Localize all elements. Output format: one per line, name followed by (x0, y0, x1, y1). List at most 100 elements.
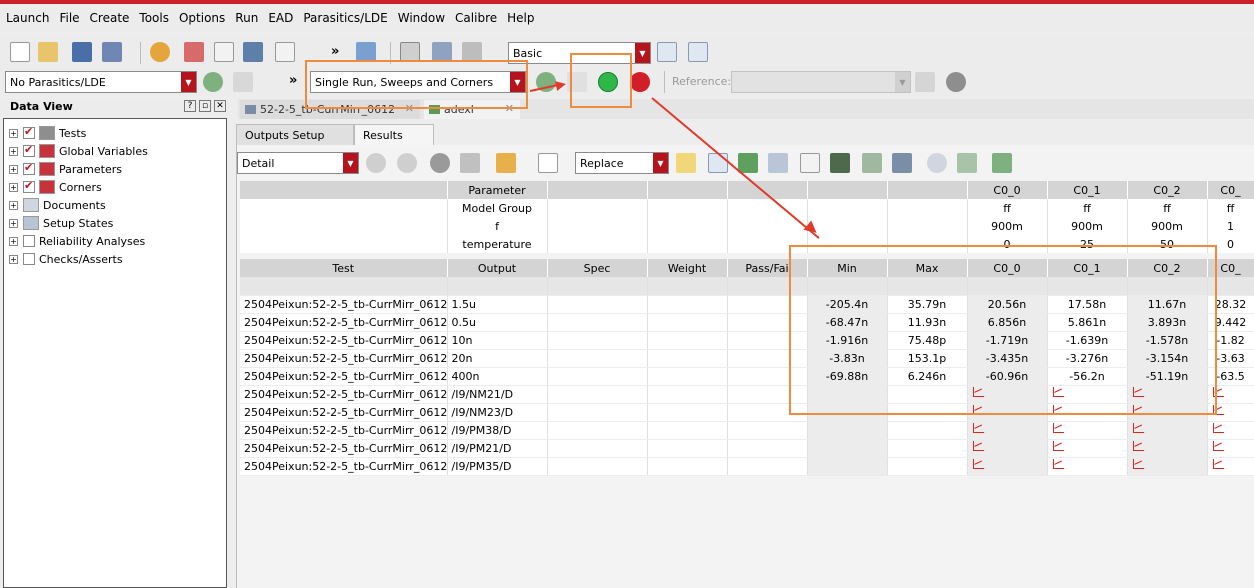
menu-ead[interactable]: EAD (268, 11, 293, 25)
results-gear-icon[interactable] (430, 153, 450, 173)
float-icon[interactable]: ▫ (199, 100, 211, 112)
results-cell[interactable]: 400n (447, 367, 548, 386)
results-cell[interactable] (807, 457, 888, 476)
terminal-icon[interactable] (830, 153, 850, 173)
checklist-icon[interactable] (275, 42, 295, 62)
results-cell[interactable]: /I9/PM38/D (447, 421, 548, 440)
menu-parasitics-lde[interactable]: Parasitics/LDE (303, 11, 387, 25)
waveform-plot-icon[interactable] (1052, 423, 1064, 434)
param-cell[interactable]: ff (1207, 199, 1254, 217)
calculator-icon[interactable] (400, 42, 420, 62)
results-cell[interactable] (647, 295, 728, 314)
param-column-header[interactable] (240, 181, 448, 199)
param-column-header[interactable]: C0_1 (1047, 181, 1128, 199)
home-icon[interactable] (356, 42, 376, 62)
results-cell[interactable] (1047, 421, 1128, 440)
param-cell[interactable] (240, 235, 448, 253)
waveform-plot-icon[interactable] (1212, 441, 1224, 452)
results-cell[interactable] (647, 439, 728, 458)
results-cell[interactable] (727, 457, 808, 476)
results-cell[interactable]: 2504Peixun:52-2-5_tb-CurrMirr_0612:1 (240, 349, 448, 368)
results-cell[interactable] (887, 421, 968, 440)
check-results-icon[interactable] (738, 153, 758, 173)
param-cell[interactable]: 900m (1127, 217, 1208, 235)
expand-icon[interactable]: + (9, 254, 18, 264)
results-cell[interactable]: /I9/PM21/D (447, 439, 548, 458)
filter-cell[interactable] (647, 277, 728, 296)
save-as-icon[interactable] (102, 42, 122, 62)
results-cell[interactable]: 2504Peixun:52-2-5_tb-CurrMirr_0612:1 (240, 367, 448, 386)
results-cell[interactable] (647, 367, 728, 386)
results-cell[interactable]: 2504Peixun:52-2-5_tb-CurrMirr_0612:1 (240, 295, 448, 314)
parasitics-setup-icon[interactable] (203, 72, 223, 92)
results-cell[interactable] (1127, 421, 1208, 440)
results-cell[interactable] (1207, 421, 1254, 440)
chevron-down-icon[interactable]: ▼ (653, 153, 668, 173)
param-cell[interactable] (547, 235, 648, 253)
filter-cell[interactable] (447, 277, 548, 296)
results-cell[interactable]: 2504Peixun:52-2-5_tb-CurrMirr_0612:1 (240, 331, 448, 350)
chevron-down-icon[interactable]: ▼ (635, 43, 650, 63)
annotate-icon[interactable] (708, 153, 728, 173)
results-cell[interactable] (1207, 457, 1254, 476)
results-cell[interactable] (647, 403, 728, 422)
monitor-icon[interactable] (462, 42, 482, 62)
gear-icon[interactable] (946, 72, 966, 92)
thermometer-icon[interactable] (184, 42, 204, 62)
param-cell[interactable] (547, 199, 648, 217)
results-cell[interactable] (547, 385, 648, 404)
menu-run[interactable]: Run (235, 11, 258, 25)
checkbox[interactable] (23, 161, 35, 175)
copy-results-icon[interactable] (992, 153, 1012, 173)
param-column-header[interactable]: C0_2 (1127, 181, 1208, 199)
param-cell[interactable] (807, 217, 888, 235)
expand-icon[interactable]: + (9, 164, 18, 174)
results-cell[interactable]: 1.5u (447, 295, 548, 314)
waveform-plot-icon[interactable] (972, 441, 984, 452)
results-cell[interactable] (967, 421, 1048, 440)
param-cell[interactable]: f (447, 217, 548, 235)
results-cell[interactable] (547, 349, 648, 368)
results-cell[interactable]: 2504Peixun:52-2-5_tb-CurrMirr_0612:1 (240, 439, 448, 458)
param-cell[interactable]: Model Group (447, 199, 548, 217)
results-cell[interactable] (887, 439, 968, 458)
settings-sun-icon[interactable] (150, 42, 170, 62)
tree-item-tests[interactable]: + Tests (4, 124, 86, 142)
folder-results-icon[interactable] (496, 153, 516, 173)
results-cell[interactable] (647, 349, 728, 368)
results-column-header[interactable]: Test (240, 259, 448, 277)
tab-results[interactable]: Results (354, 124, 434, 145)
results-cell[interactable] (1127, 439, 1208, 458)
document-icon[interactable] (214, 42, 234, 62)
columns-icon[interactable] (460, 153, 480, 173)
param-cell[interactable] (647, 217, 728, 235)
param-cell[interactable] (647, 235, 728, 253)
menu-tools[interactable]: Tools (139, 11, 169, 25)
plot-icon[interactable] (538, 153, 558, 173)
waveform-plot-icon[interactable] (1052, 459, 1064, 470)
expand-icon[interactable]: + (9, 200, 18, 210)
expand-icon[interactable]: + (9, 218, 18, 228)
tree-item-parameters[interactable]: + Parameters (4, 160, 122, 178)
results-cell[interactable]: 2504Peixun:52-2-5_tb-CurrMirr_0612:1 (240, 385, 448, 404)
results-cell[interactable] (547, 439, 648, 458)
new-file-icon[interactable] (10, 42, 30, 62)
checkbox[interactable] (23, 125, 35, 139)
results-cell[interactable] (727, 421, 808, 440)
results-cell[interactable] (647, 331, 728, 350)
open-folder-icon[interactable] (38, 42, 58, 62)
param-column-header[interactable] (807, 181, 888, 199)
param-cell[interactable] (807, 199, 888, 217)
tree-item-checks-asserts[interactable]: + Checks/Asserts (4, 250, 123, 268)
waveform-plot-icon[interactable] (1132, 423, 1144, 434)
tree-item-corners[interactable]: + Corners (4, 178, 102, 196)
workspace-save-icon[interactable] (657, 42, 677, 62)
results-cell[interactable] (967, 439, 1048, 458)
results-cell[interactable]: /I9/PM35/D (447, 457, 548, 476)
waveform-plot-icon[interactable] (1212, 459, 1224, 470)
results-cell[interactable] (547, 403, 648, 422)
param-cell[interactable]: ff (967, 199, 1048, 217)
toolbar-overflow-2[interactable]: » (289, 73, 297, 88)
param-cell[interactable] (647, 199, 728, 217)
results-cell[interactable]: 10n (447, 331, 548, 350)
